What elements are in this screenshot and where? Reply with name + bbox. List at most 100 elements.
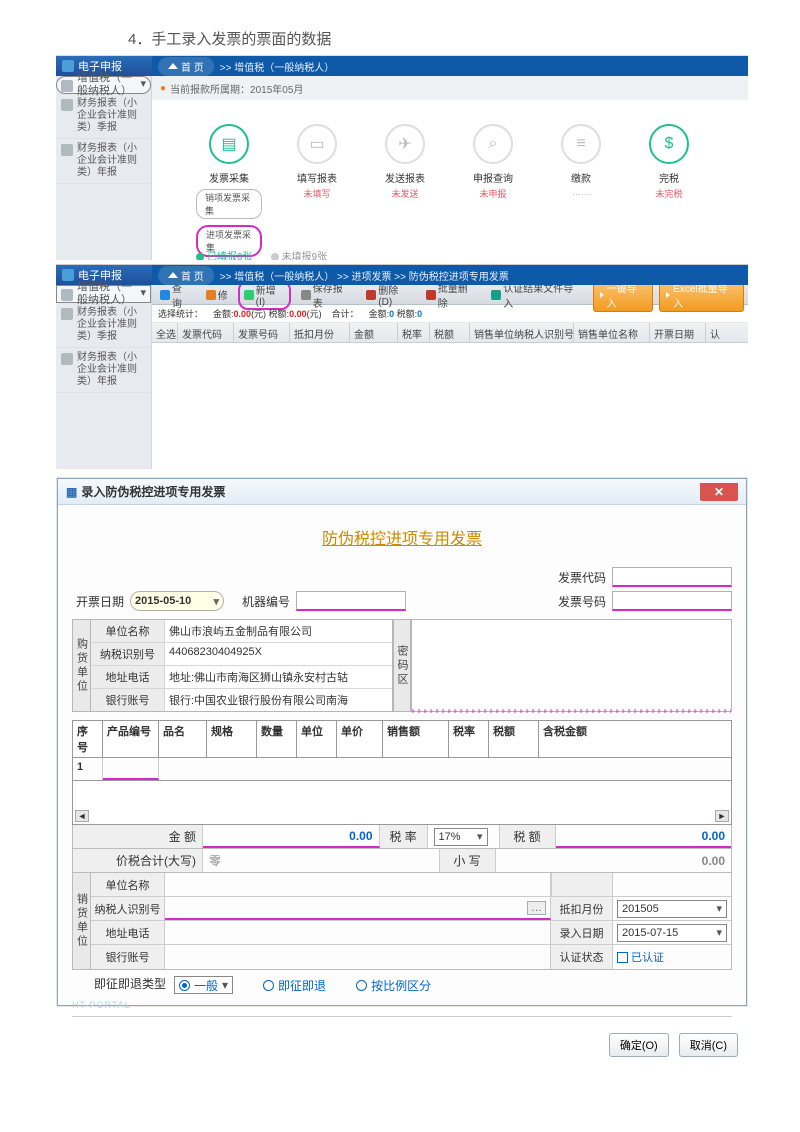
radio-label: 即征即退: [278, 977, 326, 994]
td-seq: 1: [73, 758, 103, 780]
ok-button[interactable]: 确定(O): [609, 1033, 669, 1057]
buyer-address[interactable]: 地址:佛山市南海区狮山镇永安村古轱: [165, 666, 392, 688]
th: 数量: [257, 721, 297, 757]
seller-bank[interactable]: [165, 945, 551, 969]
input-invoice-no[interactable]: [612, 591, 732, 611]
card-label: 申报查询: [473, 170, 513, 185]
buyer-bank[interactable]: 银行:中国农业银行股份有限公司南海: [165, 689, 392, 711]
label-entry-date: 录入日期: [551, 921, 613, 944]
input-invoice-date[interactable]: 2015-05-10▾: [130, 591, 224, 611]
tab-bar: 首 页 >> 增值税（一般纳税人） >> 进项发票 >> 防伪税控进项专用发票: [152, 265, 748, 285]
breadcrumb: >> 增值税（一般纳税人） >> 进项发票 >> 防伪税控进项专用发票: [220, 268, 509, 283]
value-tax[interactable]: 0.00: [556, 825, 732, 848]
toolbar-edit[interactable]: 修: [202, 286, 232, 303]
select-deduct-month[interactable]: 201505: [617, 900, 727, 918]
ellipsis-button[interactable]: …: [527, 901, 546, 915]
divider: [72, 1016, 732, 1017]
value-amount[interactable]: 0.00: [203, 825, 380, 848]
summary-label: 税额:: [397, 309, 418, 319]
sidemenu-item-report-y[interactable]: 财务报表（小企业会计准则类）年报: [56, 348, 151, 393]
th: 规格: [207, 721, 257, 757]
card-fill[interactable]: ▭ 填写报表 未填写: [284, 124, 350, 259]
card-pay[interactable]: ≡ 缴款 ……: [548, 124, 614, 259]
close-button[interactable]: ✕: [700, 483, 738, 501]
sidemenu-item-vat[interactable]: 增值税（一般纳税人）: [56, 285, 151, 303]
pay-icon: ≡: [561, 124, 601, 164]
td-product-code[interactable]: [103, 758, 159, 780]
radio-immediate[interactable]: 即征即退: [263, 977, 326, 994]
sidemenu-label: 增值税（一般纳税人）: [77, 72, 136, 98]
toolbar-label: 删除(D): [378, 282, 412, 308]
label-small: 小 写: [440, 849, 496, 872]
th: 序号: [73, 721, 103, 757]
sidemenu-item-report-q[interactable]: 财务报表（小企业会计准则类）季报: [56, 303, 151, 348]
card-collect[interactable]: ▤ 发票采集 销项发票采集 进项发票采集: [196, 124, 262, 259]
invoice-entry-dialog: ▦录入防伪税控进项专用发票 ✕ 防伪税控进项专用发票 发票代码 开票日期 201…: [57, 478, 747, 1006]
seller-tax-id[interactable]: …: [165, 897, 551, 920]
toolbar-label: 新增(I): [256, 282, 285, 308]
card-query[interactable]: ⌕ 申报查询 未申报: [460, 124, 526, 259]
calc-total-row: 价税合计(大写) 零 小 写 0.00: [72, 849, 732, 873]
col-select-all[interactable]: 全选: [152, 323, 178, 342]
radio-dot-icon: [356, 980, 367, 991]
period-bar: ● 当前报款所属期： 2015年05月: [152, 76, 748, 100]
summary-label: 金额:: [369, 309, 390, 319]
arrow-icon: [666, 292, 670, 298]
col-header: 销售单位名称: [574, 323, 650, 342]
seller-name[interactable]: [165, 873, 551, 896]
side-menu: 增值税（一般纳税人） 财务报表（小企业会计准则类）季报 财务报表（小企业会计准则…: [56, 285, 152, 469]
input-invoice-code[interactable]: [612, 567, 732, 587]
label-rate: 税 率: [380, 825, 428, 848]
sidemenu-item-report-y[interactable]: 财务报表（小企业会计准则类）年报: [56, 139, 151, 184]
select-tax-rate[interactable]: 17%: [434, 828, 488, 846]
dot-icon: [196, 253, 204, 260]
sidemenu-item-vat[interactable]: 增值税（一般纳税人）: [56, 76, 151, 94]
scroll-right-button[interactable]: ►: [715, 810, 729, 822]
col-header: 抵扣月份: [290, 323, 350, 342]
doc-icon: [61, 289, 73, 301]
buyer-name[interactable]: 佛山市浪屿五金制品有限公司: [165, 620, 392, 642]
items-table-row[interactable]: 1: [72, 757, 732, 781]
card-status: 未填写: [303, 187, 330, 200]
import-icon: [491, 290, 501, 300]
period-label: 当前报款所属期：: [170, 81, 250, 96]
seller-address[interactable]: [165, 921, 551, 944]
card-done[interactable]: $ 完税 未完税: [636, 124, 702, 259]
sidemenu-item-report-q[interactable]: 财务报表（小企业会计准则类）季报: [56, 94, 151, 139]
card-status: 未完税: [655, 187, 682, 200]
step-cards: ▤ 发票采集 销项发票采集 进项发票采集 ▭ 填写报表 未填写 ✈ 发送报表 未…: [152, 100, 748, 259]
progress-summary: 已填报0张 未填报9张: [196, 248, 327, 260]
dialog-titlebar: ▦录入防伪税控进项专用发票 ✕: [58, 479, 746, 505]
checkbox-certified[interactable]: [617, 952, 628, 963]
radio-general[interactable]: 一般: [174, 976, 233, 994]
btn-sales-collect[interactable]: 销项发票采集: [196, 189, 262, 219]
summary-label: 金额:: [213, 309, 234, 319]
radio-label: 按比例区分: [371, 977, 431, 994]
label-total-cn: 价税合计(大写): [73, 849, 203, 872]
app-icon: ▦: [66, 485, 77, 499]
summary-label: 合计：: [332, 307, 359, 320]
card-status: ……: [572, 187, 590, 197]
cert-status-value: 已认证: [631, 949, 664, 965]
period-value: 2015年05月: [250, 81, 303, 96]
cancel-button[interactable]: 取消(C): [679, 1033, 738, 1057]
password-area-label: 密码区: [394, 620, 410, 711]
radio-dot-icon: [179, 980, 190, 991]
th: 销售额: [383, 721, 449, 757]
field-label: 地址电话: [91, 666, 165, 688]
crumb-text: 增值税（一般纳税人） >> 进项发票 >> 防伪税控进项专用发票: [234, 272, 508, 283]
radio-proportional[interactable]: 按比例区分: [356, 977, 431, 994]
tab-home[interactable]: 首 页: [158, 57, 214, 76]
clock-icon: ●: [160, 83, 166, 94]
td-empty[interactable]: [159, 758, 731, 780]
refund-type-radios: 一般 即征即退 按比例区分: [170, 972, 431, 994]
buyer-tax-id[interactable]: 44068230404925X: [165, 643, 392, 665]
input-machine-no[interactable]: [296, 591, 406, 611]
input-entry-date[interactable]: 2015-07-15: [617, 924, 727, 942]
label-machine-no: 机器编号: [242, 593, 290, 610]
password-area-content[interactable]: [411, 619, 732, 712]
tab-home[interactable]: 首 页: [158, 266, 214, 285]
scroll-left-button[interactable]: ◄: [75, 810, 89, 822]
dialog-buttons: 确定(O) 取消(C): [58, 1033, 746, 1065]
card-send[interactable]: ✈ 发送报表 未发送: [372, 124, 438, 259]
